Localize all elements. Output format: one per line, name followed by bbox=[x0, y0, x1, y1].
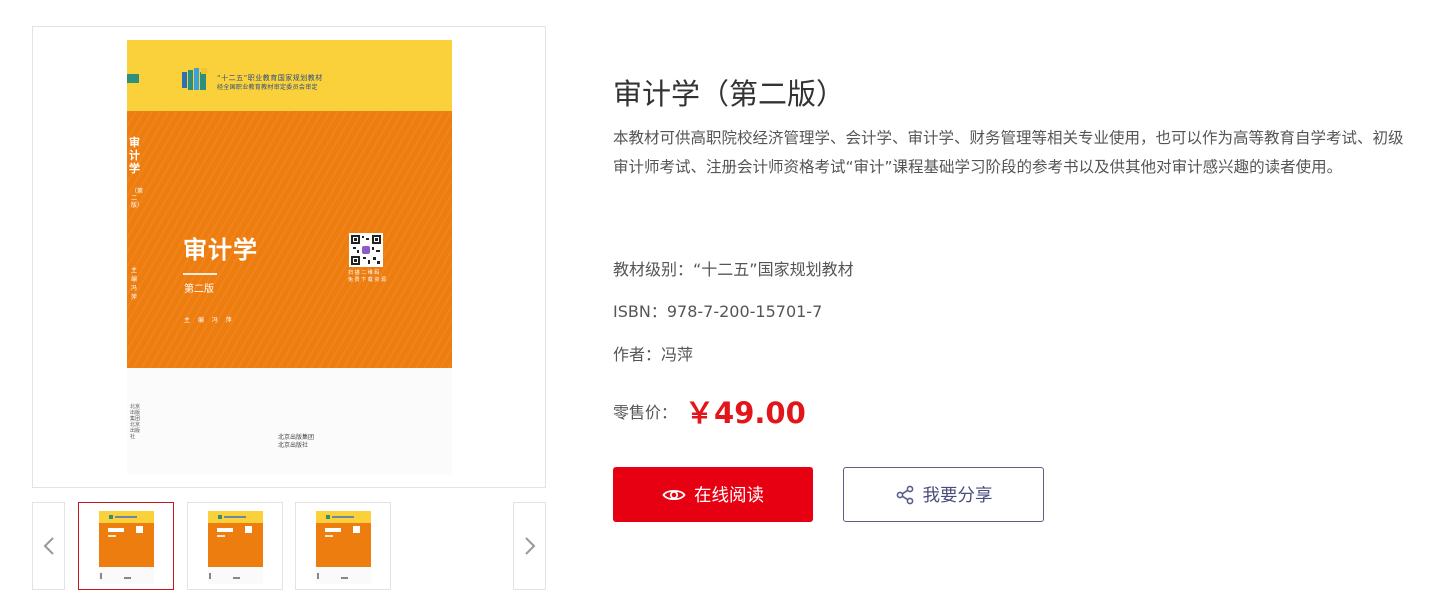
thumbnail-2[interactable] bbox=[187, 502, 283, 590]
cover-editor: 主 编 冯 萍 bbox=[184, 317, 235, 324]
qr-caption-line1: 扫 描 二 维 码 bbox=[348, 270, 380, 276]
cover-edition: 第二版 bbox=[184, 284, 214, 295]
chevron-left-icon bbox=[43, 537, 54, 555]
cover-spine-imprint: 北京出版集团北京出版社 bbox=[130, 404, 141, 440]
share-button[interactable]: 我要分享 bbox=[843, 467, 1044, 522]
series-logo-icon bbox=[182, 68, 207, 90]
cover-spine-title: 审计学 bbox=[129, 136, 140, 175]
read-online-button[interactable]: 在线阅读 bbox=[613, 467, 813, 522]
thumbnail-cover-image bbox=[99, 511, 154, 584]
meta-isbn: ISBN：978-7-200-15701-7 bbox=[613, 298, 822, 322]
main-preview[interactable]: “十二五”职业教育国家规划教材 经全国职业教育教材审定委员会审定 审计学 （第二… bbox=[32, 26, 546, 488]
qr-code-icon bbox=[349, 233, 383, 267]
share-icon bbox=[896, 485, 913, 504]
cover-series-line2: 经全国职业教育教材审定委员会审定 bbox=[217, 84, 318, 91]
share-label: 我要分享 bbox=[922, 486, 993, 506]
meta-level-value: “十二五”国家规划教材 bbox=[693, 260, 854, 279]
cover-divider bbox=[183, 273, 217, 275]
cover-title: 审计学 bbox=[183, 236, 258, 264]
thumbnail-1[interactable] bbox=[78, 502, 174, 590]
chevron-right-icon bbox=[524, 537, 535, 555]
spine-logo bbox=[127, 74, 139, 83]
cover-middle-band bbox=[127, 111, 452, 368]
meta-isbn-value: 978-7-200-15701-7 bbox=[666, 302, 823, 321]
cover-bottom-band bbox=[127, 368, 452, 475]
meta-level: 教材级别：“十二五”国家规划教材 bbox=[613, 256, 854, 280]
meta-price: 零售价： ￥49.00 bbox=[613, 390, 806, 432]
thumbnail-prev-button[interactable] bbox=[32, 502, 65, 590]
meta-price-label: 零售价： bbox=[613, 403, 678, 422]
read-online-label: 在线阅读 bbox=[694, 486, 764, 506]
book-cover-image: “十二五”职业教育国家规划教材 经全国职业教育教材审定委员会审定 审计学 （第二… bbox=[127, 40, 452, 475]
cover-spine-edition: （第二版） bbox=[131, 188, 144, 209]
cover-imprint-line2: 北京出版社 bbox=[278, 442, 309, 449]
book-description: 本教材可供高职院校经济管理学、会计学、审计学、财务管理等相关专业使用，也可以作为… bbox=[613, 129, 1404, 176]
meta-level-label: 教材级别： bbox=[613, 260, 694, 279]
thumbnail-3[interactable] bbox=[295, 502, 391, 590]
price-value: ￥49.00 bbox=[685, 396, 806, 430]
thumbnail-cover-image bbox=[208, 511, 263, 584]
eye-icon bbox=[662, 489, 686, 500]
meta-isbn-label: ISBN： bbox=[613, 302, 667, 321]
thumbnail-next-button[interactable] bbox=[513, 502, 546, 590]
thumbnail-cover-image bbox=[316, 511, 371, 584]
book-title: 审计学（第二版） bbox=[613, 77, 846, 111]
meta-author: 作者：冯萍 bbox=[613, 341, 693, 365]
cover-spine-author: 主编冯萍 bbox=[131, 267, 138, 301]
meta-author-label: 作者： bbox=[613, 345, 662, 364]
meta-author-value: 冯萍 bbox=[661, 345, 694, 364]
qr-caption-line2: 免 费 下 载 资 源 bbox=[348, 277, 386, 283]
